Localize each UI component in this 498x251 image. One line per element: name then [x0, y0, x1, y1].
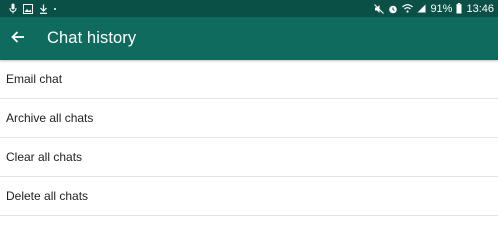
archive-all-chats-option[interactable]: Archive all chats: [0, 99, 498, 138]
menu-item-label: Delete all chats: [6, 189, 89, 203]
status-right-icons: 91% 13:46: [370, 3, 494, 15]
download-icon: [39, 4, 48, 14]
back-button[interactable]: [3, 24, 33, 54]
mute-icon: [374, 3, 385, 14]
status-bar: 91% 13:46: [0, 0, 498, 17]
email-chat-option[interactable]: Email chat: [0, 60, 498, 99]
app-toolbar: Chat history: [0, 17, 498, 60]
signal-icon: [417, 4, 426, 13]
battery-percent: 91%: [430, 2, 453, 15]
chat-history-menu: Email chat Archive all chats Clear all c…: [0, 60, 498, 216]
arrow-left-icon: [11, 30, 25, 48]
alarm-icon: [388, 4, 398, 14]
menu-item-label: Email chat: [6, 72, 63, 86]
dot-icon: [54, 7, 56, 10]
clock-time: 13:46: [466, 2, 494, 15]
menu-item-label: Archive all chats: [6, 111, 94, 125]
image-icon: [23, 3, 33, 14]
mic-icon: [9, 3, 17, 14]
delete-all-chats-option[interactable]: Delete all chats: [0, 177, 498, 216]
page-title: Chat history: [47, 29, 137, 47]
status-left-icons: [9, 3, 62, 14]
clear-all-chats-option[interactable]: Clear all chats: [0, 138, 498, 177]
menu-item-label: Clear all chats: [6, 150, 83, 164]
battery-icon: [456, 3, 462, 14]
wifi-icon: [402, 4, 414, 13]
